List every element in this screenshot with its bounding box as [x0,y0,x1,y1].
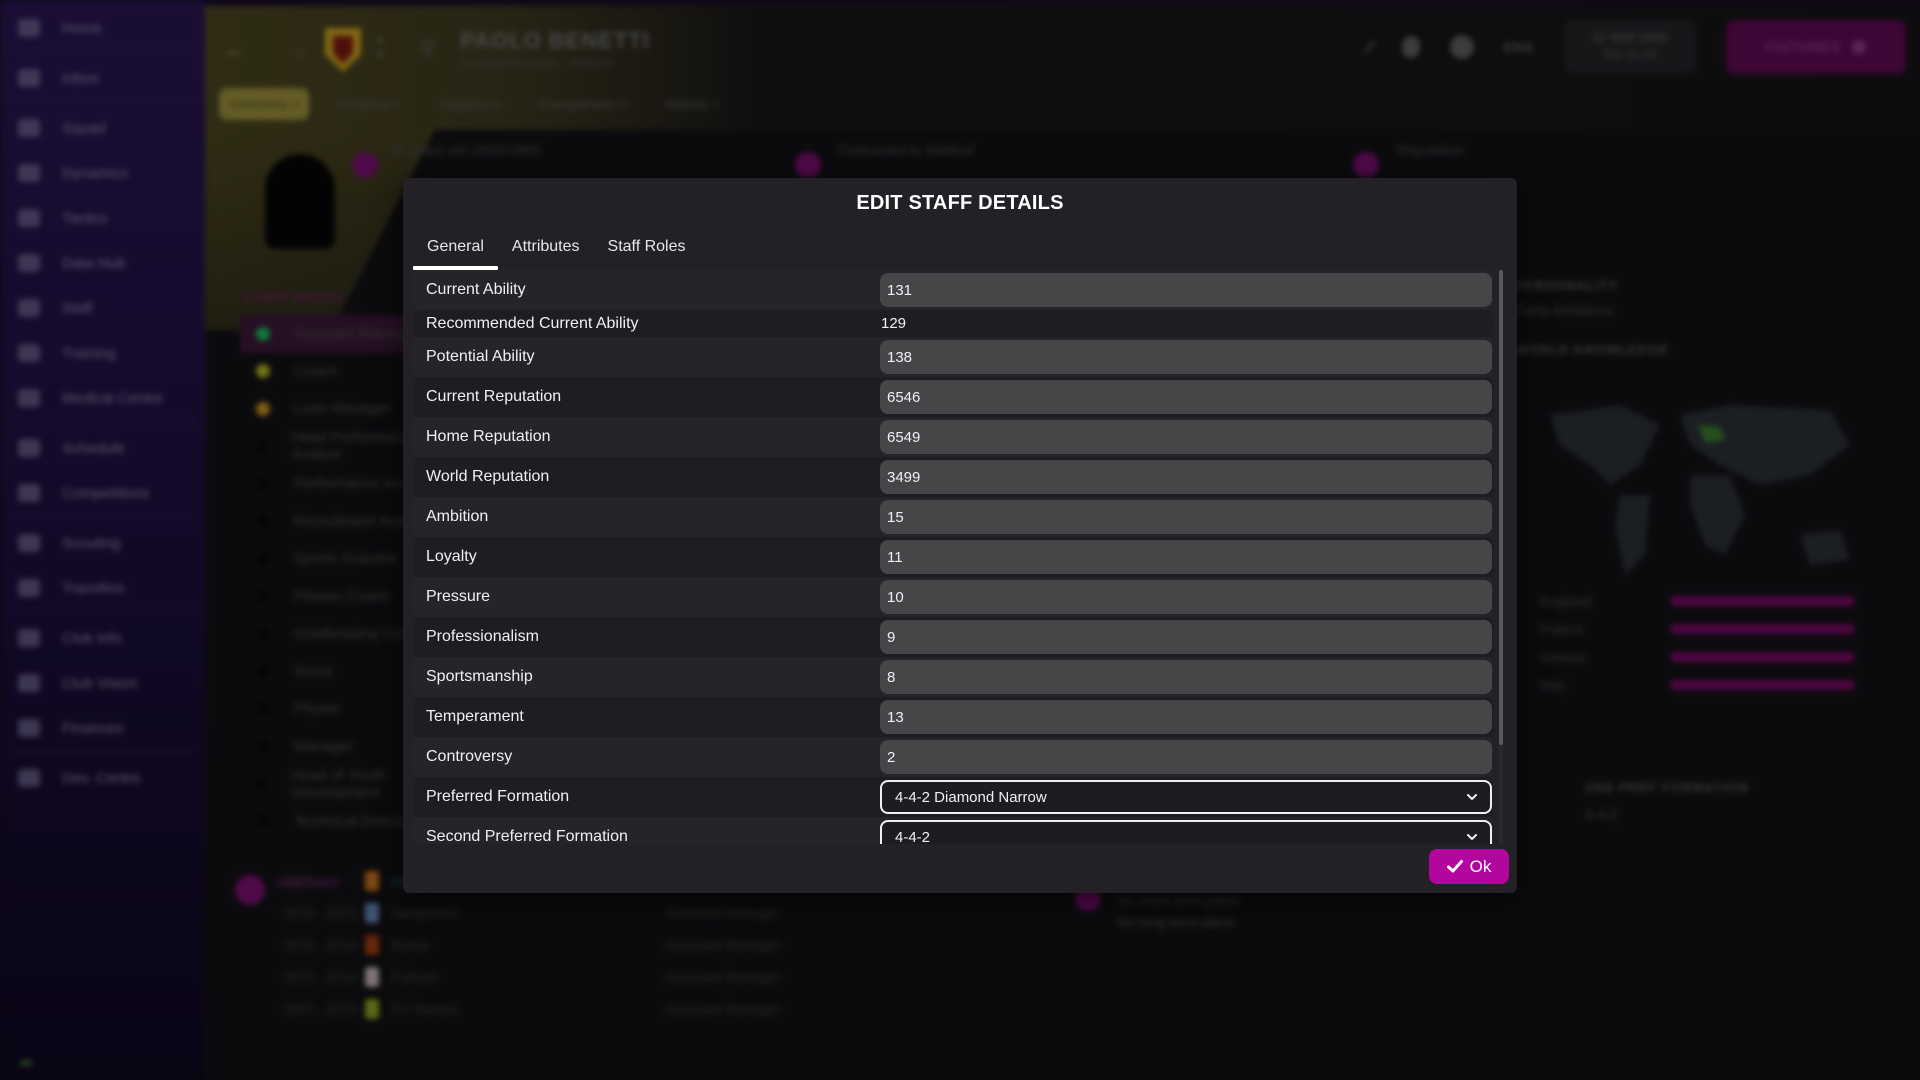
sportsmanship-input[interactable] [880,660,1492,694]
field-row-home-reputation: Home Reputation [413,417,1493,457]
field-row-current-reputation: Current Reputation [413,377,1493,417]
field-row-world-reputation: World Reputation [413,457,1493,497]
field-label: Home Reputation [426,428,551,445]
world-reputation-input[interactable] [880,460,1492,494]
field-label: Current Reputation [426,388,562,405]
preferred-formation-dropdown[interactable]: 4-4-2 Diamond Narrow [880,780,1492,814]
tab-attributes[interactable]: Attributes [498,230,594,268]
field-row-pressure: Pressure [413,577,1493,617]
dropdown-value: 4-4-2 [895,828,931,845]
dialog-title: EDIT STAFF DETAILS [856,192,1064,214]
tab-general[interactable]: General [413,230,498,270]
field-row-preferred-formation: Preferred Formation 4-4-2 Diamond Narrow [413,777,1493,817]
field-row-controversy: Controversy [413,737,1493,777]
second-preferred-formation-dropdown[interactable]: 4-4-2 [880,820,1492,844]
home-reputation-input[interactable] [880,420,1492,454]
field-row-potential-ability: Potential Ability [413,337,1493,377]
field-label: Recommended Current Ability [426,314,639,332]
field-row-current-ability: Current Ability [413,270,1493,310]
chevron-down-icon [1467,834,1477,840]
temperament-input[interactable] [880,700,1492,734]
chevron-down-icon [1467,794,1477,800]
field-row-professionalism: Professionalism [413,617,1493,657]
field-row-recommended-current-ability: Recommended Current Ability 129 [413,310,1493,337]
pressure-input[interactable] [880,580,1492,614]
field-label: Ambition [426,508,489,525]
edit-staff-details-dialog: EDIT STAFF DETAILS General Attributes Staf… [403,178,1517,893]
field-label: Temperament [426,708,524,725]
field-label: World Reputation [426,468,550,485]
field-label: Controversy [426,748,513,765]
field-row-sportsmanship: Sportsmanship [413,657,1493,697]
checkmark-icon [1446,860,1463,873]
controversy-input[interactable] [880,740,1492,774]
field-row-ambition: Ambition [413,497,1493,537]
field-label: Current Ability [426,281,526,298]
field-row-second-preferred-formation: Second Preferred Formation 4-4-2 [413,817,1493,844]
dropdown-value: 4-4-2 Diamond Narrow [895,788,1047,806]
field-label: Loyalty [426,548,477,565]
field-label: Second Preferred Formation [426,828,628,844]
field-row-loyalty: Loyalty [413,537,1493,577]
field-label: Preferred Formation [426,788,570,805]
recommended-current-ability-value: 129 [881,315,907,332]
scrollbar-thumb[interactable] [1499,270,1503,745]
field-label: Sportsmanship [426,668,533,685]
field-label: Professionalism [426,628,539,645]
tab-staff-roles[interactable]: Staff Roles [594,230,700,268]
current-reputation-input[interactable] [880,380,1492,414]
current-ability-input[interactable] [880,273,1492,307]
potential-ability-input[interactable] [880,340,1492,374]
ok-label: Ok [1469,856,1492,876]
ambition-input[interactable] [880,500,1492,534]
professionalism-input[interactable] [880,620,1492,654]
fields-scrollbar[interactable] [1499,270,1503,844]
ok-button[interactable]: Ok [1429,849,1509,884]
loyalty-input[interactable] [880,540,1492,574]
app-root: Home Inbox Squad Dynamics Tactics Data Hub Sta… [0,0,1920,1080]
field-label: Pressure [426,588,491,605]
field-row-temperament: Temperament [413,697,1493,737]
field-label: Potential Ability [426,348,535,365]
fields-list: Current Ability Recommended Current Abili… [413,270,1493,844]
dialog-tabs: General Attributes Staff Roles [413,230,700,270]
